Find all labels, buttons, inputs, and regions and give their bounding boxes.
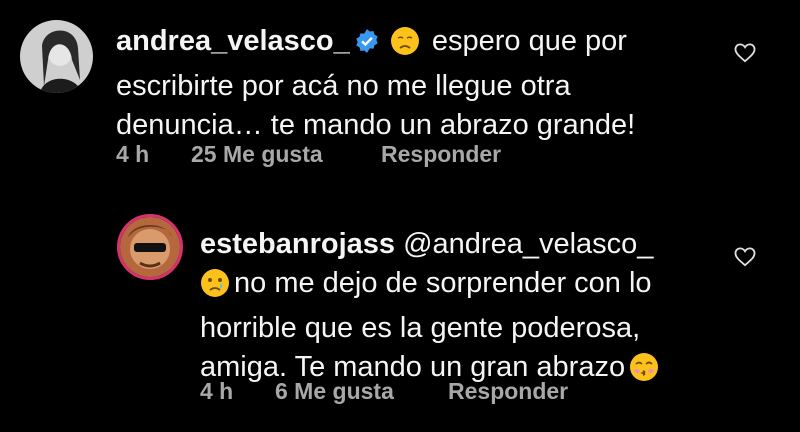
reply-button[interactable]: Responder — [448, 378, 568, 405]
comment-andrea-meta: 4 h 25 Me gusta Responder — [116, 141, 536, 171]
crying-face-emoji — [200, 268, 230, 309]
comment-andrea-line3: denuncia… te mando un abrazo grande! — [116, 109, 636, 141]
heart-icon[interactable] — [734, 247, 756, 267]
avatar-andrea[interactable] — [20, 20, 93, 93]
sad-face-emoji — [390, 26, 420, 67]
likes-count[interactable]: 6 Me gusta — [275, 378, 394, 405]
kissing-face-emoji — [629, 352, 659, 393]
comment-esteban-line2: horrible que es la gente poderosa, — [200, 312, 641, 344]
avatar-esteban-image — [120, 217, 180, 277]
avatar-esteban[interactable] — [117, 214, 183, 280]
heart-icon[interactable] — [734, 43, 756, 63]
comment-andrea-line2: escribirte por acá no me llegue otra — [116, 70, 571, 102]
timestamp: 4 h — [200, 378, 234, 404]
comment-esteban-line1: no me dejo de sorprender con lo — [234, 267, 652, 299]
likes-count[interactable]: 25 Me gusta — [191, 141, 323, 168]
username-andrea[interactable]: andrea_velasco_ — [116, 25, 350, 57]
timestamp: 4 h — [116, 141, 150, 167]
avatar-andrea-image — [20, 20, 93, 93]
comment-andrea-line1: espero que por — [431, 25, 627, 57]
verified-badge-icon — [354, 26, 380, 65]
reply-button[interactable]: Responder — [381, 141, 501, 168]
comment-esteban-text: estebanrojass @andrea_velasco_ no me dej… — [200, 225, 760, 393]
mention-link[interactable]: @andrea_velasco_ — [403, 228, 653, 260]
username-esteban[interactable]: estebanrojass — [200, 228, 395, 260]
comment-andrea-text: andrea_velasco_ espero que por escribirt… — [116, 22, 716, 145]
comment-esteban-meta: 4 h 6 Me gusta Responder — [200, 378, 620, 408]
